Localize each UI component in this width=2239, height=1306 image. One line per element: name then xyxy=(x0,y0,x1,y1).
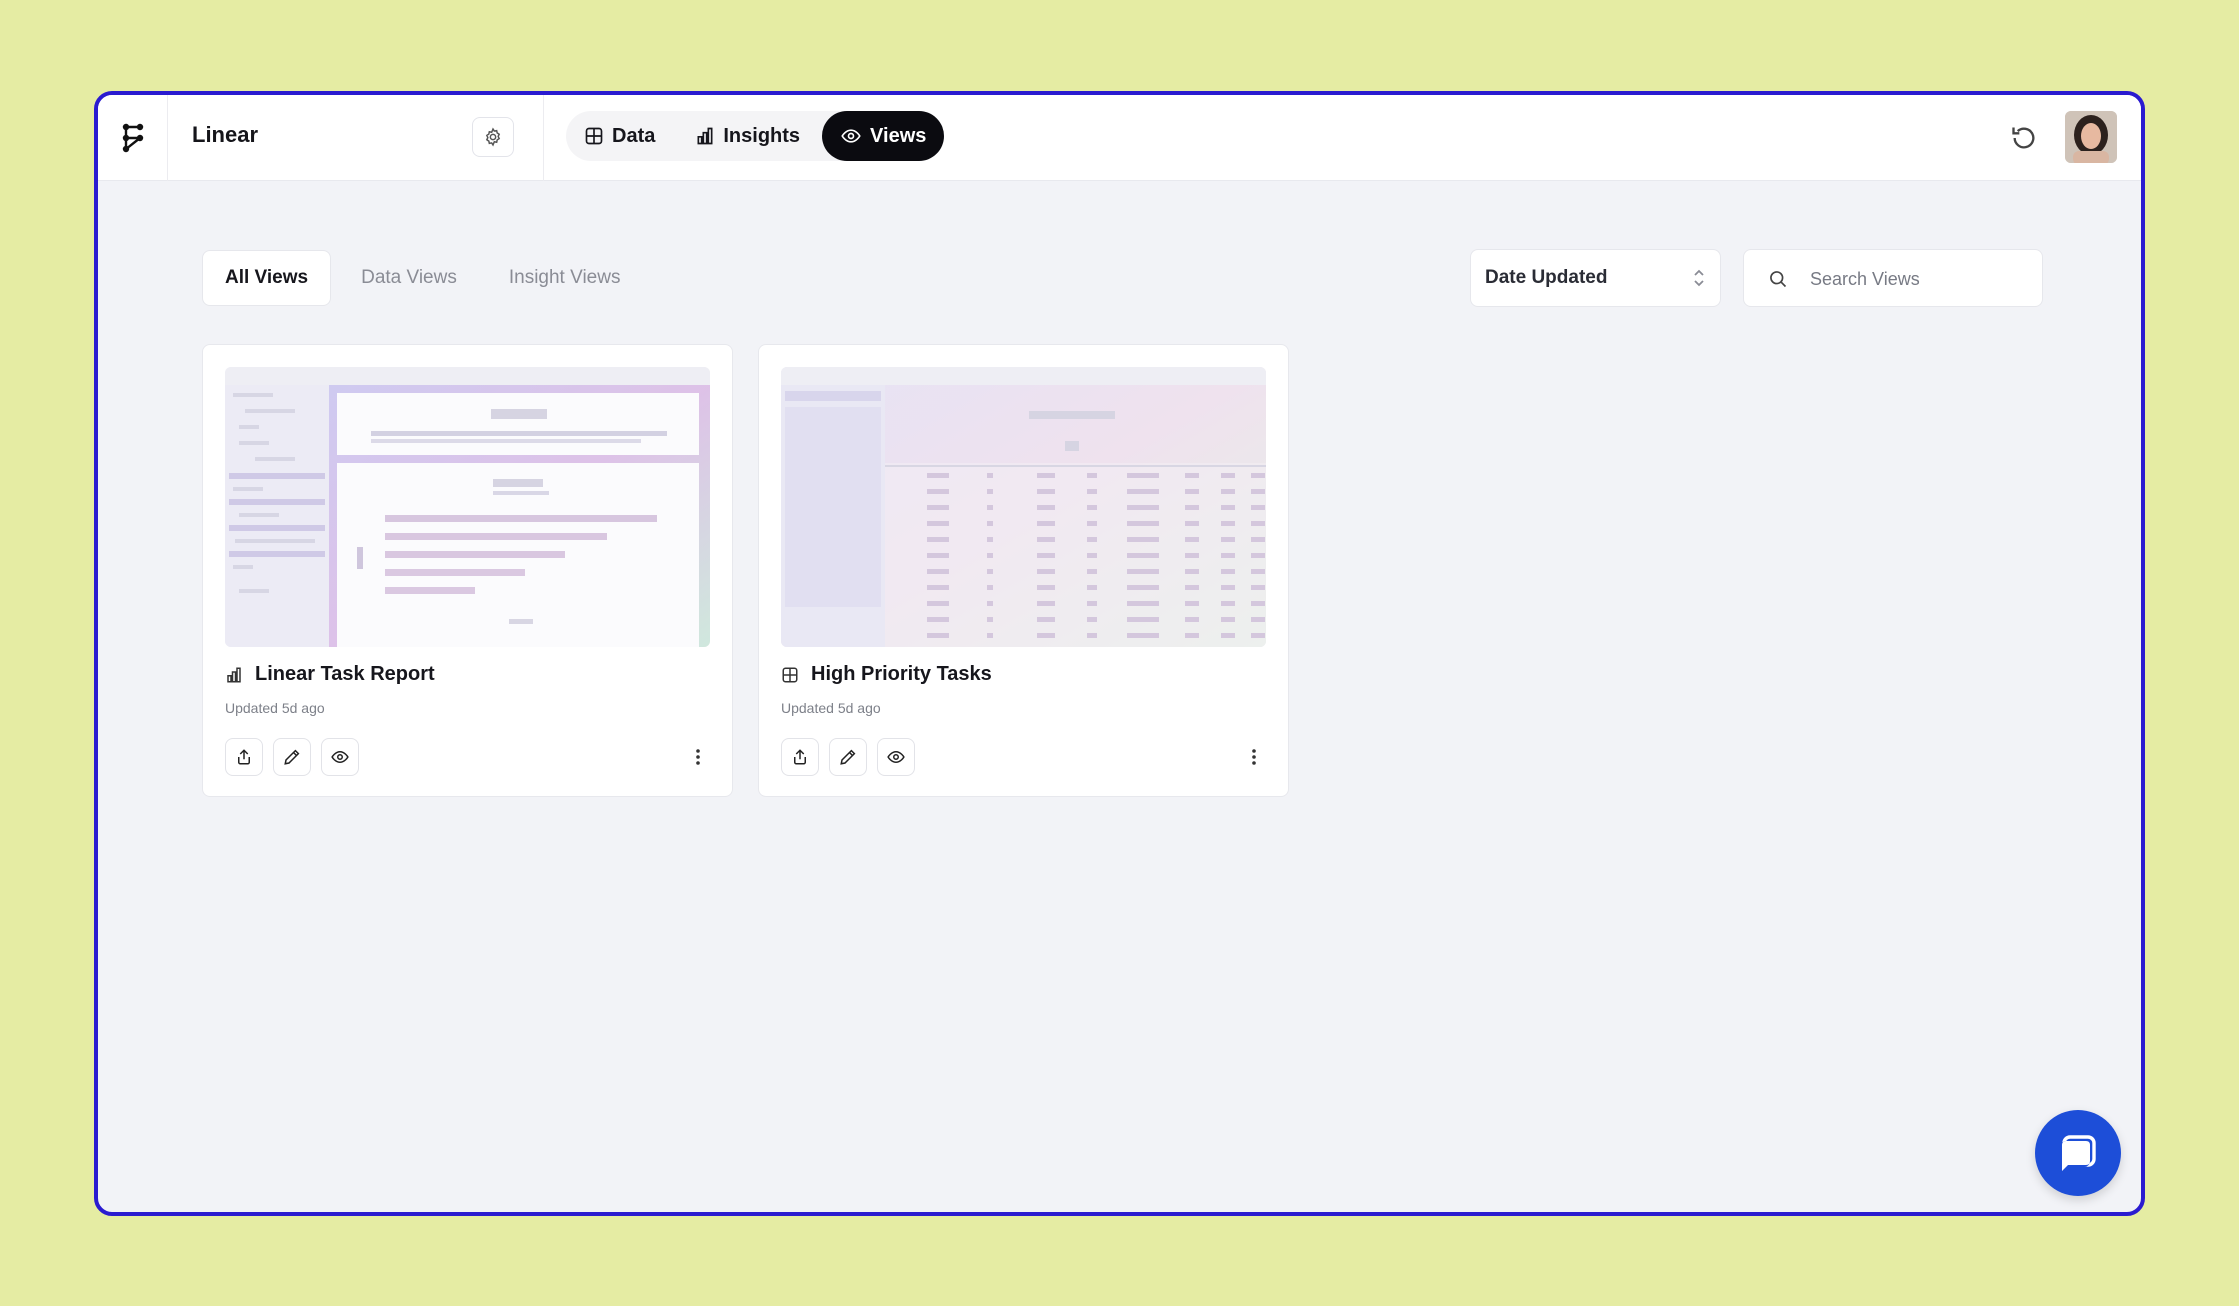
card-title-row: Linear Task Report xyxy=(225,663,435,686)
tab-insights[interactable]: Insights xyxy=(677,111,818,161)
top-bar: Linear Data Insights Views xyxy=(98,95,2141,181)
refresh-icon xyxy=(2012,127,2035,149)
chat-bubble-icon xyxy=(2060,1135,2096,1171)
workspace-name[interactable]: Linear xyxy=(192,122,258,148)
tab-all-views[interactable]: All Views xyxy=(202,250,332,306)
more-vertical-icon xyxy=(696,749,700,765)
tab-data-views[interactable]: Data Views xyxy=(339,250,479,306)
share-button[interactable] xyxy=(225,738,263,776)
card-actions xyxy=(781,738,915,776)
share-icon xyxy=(238,749,250,765)
main-nav-tabs: Data Insights Views xyxy=(566,111,945,161)
chat-button[interactable] xyxy=(2035,1110,2121,1196)
preview-button[interactable] xyxy=(321,738,359,776)
card-updated: Updated 5d ago xyxy=(781,700,881,716)
tab-data[interactable]: Data xyxy=(566,111,673,161)
tab-views[interactable]: Views xyxy=(822,111,945,161)
view-card[interactable]: Linear Task Report Updated 5d ago xyxy=(202,344,733,797)
share-button[interactable] xyxy=(781,738,819,776)
sort-select-value: Date Updated xyxy=(1485,267,1608,288)
eye-icon xyxy=(331,750,349,764)
table-grid-icon xyxy=(585,127,603,145)
edit-pencil-icon xyxy=(840,749,856,765)
workspace-settings-button[interactable] xyxy=(472,117,514,157)
share-icon xyxy=(794,749,806,765)
edit-button[interactable] xyxy=(273,738,311,776)
workspace-header: Linear xyxy=(168,95,544,181)
eye-icon xyxy=(841,129,861,143)
preview-button[interactable] xyxy=(877,738,915,776)
tab-data-label: Data xyxy=(612,124,656,147)
more-options-button[interactable] xyxy=(686,745,710,769)
table-grid-icon xyxy=(782,667,798,682)
refresh-button[interactable] xyxy=(2007,121,2041,155)
edit-pencil-icon xyxy=(284,749,300,765)
gear-icon xyxy=(485,127,501,147)
app-logo-icon xyxy=(122,123,143,153)
eye-icon xyxy=(887,750,905,764)
search-input[interactable] xyxy=(1810,264,2030,294)
view-thumbnail xyxy=(225,367,710,647)
card-actions xyxy=(225,738,359,776)
search-icon xyxy=(1770,271,1787,288)
chevron-updown-icon xyxy=(1694,269,1704,287)
more-vertical-icon xyxy=(1252,749,1256,765)
sort-select[interactable]: Date Updated xyxy=(1470,249,1721,307)
card-updated: Updated 5d ago xyxy=(225,700,325,716)
search-views xyxy=(1743,249,2043,307)
app-logo[interactable] xyxy=(98,95,168,181)
user-avatar[interactable] xyxy=(2065,111,2117,163)
views-filter-tabs: All Views Data Views Insight Views xyxy=(202,250,642,306)
tab-insights-label: Insights xyxy=(723,124,801,147)
app-window: Linear Data Insights Views All Views Dat… xyxy=(94,91,2145,1216)
edit-button[interactable] xyxy=(829,738,867,776)
tab-views-label: Views xyxy=(870,124,927,147)
card-title-row: High Priority Tasks xyxy=(781,663,992,686)
bar-chart-icon xyxy=(227,667,241,682)
view-card[interactable]: High Priority Tasks Updated 5d ago xyxy=(758,344,1289,797)
bar-chart-icon xyxy=(697,127,713,145)
tab-insight-views[interactable]: Insight Views xyxy=(487,250,643,306)
view-thumbnail xyxy=(781,367,1266,647)
more-options-button[interactable] xyxy=(1242,745,1266,769)
card-title[interactable]: Linear Task Report xyxy=(255,663,435,686)
card-title[interactable]: High Priority Tasks xyxy=(811,663,992,686)
